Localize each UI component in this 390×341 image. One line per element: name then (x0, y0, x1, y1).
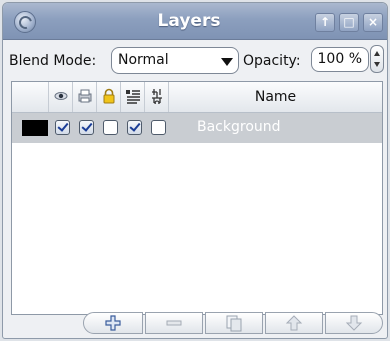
arrow-up-icon (285, 315, 303, 331)
window-title: Layers (157, 11, 221, 31)
shade-button[interactable]: ↑ (315, 13, 335, 32)
layers-list-header: Name (12, 82, 382, 113)
arrow-down-icon (345, 315, 363, 331)
remove-layer-button[interactable] (145, 312, 203, 334)
layer-link-checkbox[interactable] (151, 120, 166, 135)
layer-color-swatch[interactable] (22, 120, 48, 136)
text-lines-icon (126, 90, 140, 104)
move-layer-down-button[interactable] (325, 312, 383, 334)
duplicate-icon (226, 315, 242, 332)
app-icon[interactable] (14, 11, 36, 33)
spin-up-icon[interactable] (374, 51, 380, 56)
chain-link-icon (152, 89, 162, 104)
maximize-button[interactable]: □ (339, 13, 359, 32)
blend-mode-select[interactable]: Normal (111, 47, 239, 74)
blend-mode-label: Blend Mode: (9, 53, 97, 69)
blend-mode-value: Normal (118, 52, 169, 68)
link-column-header[interactable] (145, 82, 169, 112)
color-column-header[interactable] (12, 82, 49, 112)
move-layer-up-button[interactable] (265, 312, 323, 334)
opacity-spin-buttons[interactable] (370, 45, 384, 73)
lock-icon (103, 88, 115, 104)
minus-icon (166, 320, 182, 326)
layer-lock-checkbox[interactable] (103, 120, 118, 135)
dropdown-arrow-icon[interactable] (221, 58, 233, 66)
add-layer-button[interactable] (83, 312, 143, 334)
layer-print-checkbox[interactable] (79, 120, 94, 135)
print-column-header[interactable] (73, 82, 97, 112)
blend-opacity-row: Blend Mode: Normal Opacity: 100 % (3, 43, 387, 79)
layer-row[interactable]: Background (12, 113, 382, 143)
layers-window: Layers ↑ □ × Blend Mode: Normal Opacity:… (2, 2, 388, 339)
printer-icon (78, 89, 92, 103)
plus-icon (105, 315, 121, 331)
duplicate-layer-button[interactable] (205, 312, 263, 334)
layer-visible-checkbox[interactable] (55, 120, 70, 135)
opacity-label: Opacity: (243, 53, 301, 69)
layers-list[interactable]: Name Background (11, 81, 383, 315)
spin-down-icon[interactable] (374, 62, 380, 67)
visible-column-header[interactable] (49, 82, 73, 112)
opacity-value: 100 % (317, 51, 362, 67)
name-column-header[interactable]: Name (169, 82, 382, 112)
lock-column-header[interactable] (97, 82, 121, 112)
eye-icon (54, 92, 68, 100)
title-bar[interactable]: Layers ↑ □ × (3, 3, 387, 40)
close-button[interactable]: × (363, 13, 383, 32)
opacity-spinbox[interactable]: 100 % (311, 47, 369, 72)
layer-text-checkbox[interactable] (127, 120, 142, 135)
layer-name[interactable]: Background (197, 119, 281, 135)
text-column-header[interactable] (121, 82, 145, 112)
layer-toolbar (3, 309, 387, 338)
